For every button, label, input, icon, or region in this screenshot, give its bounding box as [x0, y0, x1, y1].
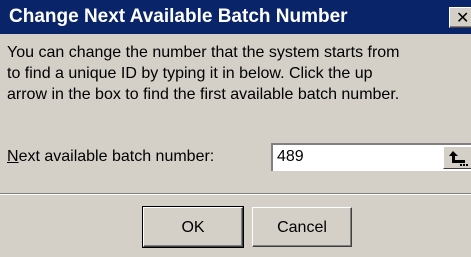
title-bar[interactable]: Change Next Available Batch Number ✕ [0, 0, 471, 34]
label-mnemonic: N [7, 148, 19, 165]
close-icon: ✕ [456, 8, 470, 27]
up-arrow-icon [449, 151, 468, 166]
find-available-button[interactable] [443, 146, 471, 169]
label-text: ext available batch number: [18, 148, 215, 165]
dialog-title: Change Next Available Batch Number [9, 6, 348, 27]
batch-number-label: Next available batch number: [7, 147, 214, 167]
batch-number-field [271, 143, 471, 171]
separator [0, 193, 471, 195]
close-button[interactable]: ✕ [449, 7, 471, 28]
description-line: arrow in the box to find the first avail… [7, 86, 400, 103]
description-line: to find a unique ID by typing it in belo… [7, 65, 373, 82]
description-line: You can change the number that the syste… [7, 44, 400, 61]
description-text: You can change the number that the syste… [7, 42, 471, 105]
change-batch-number-dialog: Change Next Available Batch Number ✕ You… [0, 0, 471, 257]
ok-button[interactable]: OK [142, 206, 244, 248]
batch-number-input[interactable] [277, 147, 427, 167]
cancel-button[interactable]: Cancel [252, 207, 352, 247]
